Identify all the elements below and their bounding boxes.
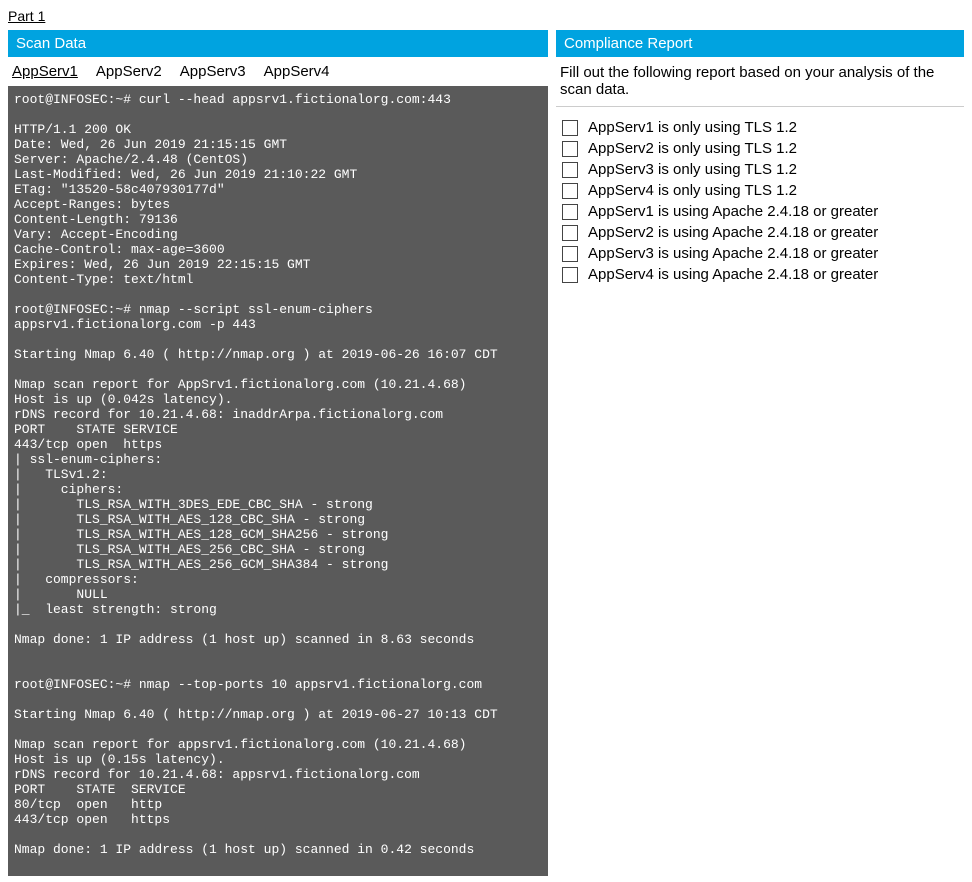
main-columns: Scan Data AppServ1 AppServ2 AppServ3 App… bbox=[8, 30, 964, 876]
list-item: AppServ1 is using Apache 2.4.18 or great… bbox=[562, 201, 958, 222]
checkbox-label: AppServ4 is only using TLS 1.2 bbox=[588, 182, 797, 199]
tab-appserv2[interactable]: AppServ2 bbox=[96, 63, 162, 80]
checkbox-label: AppServ2 is using Apache 2.4.18 or great… bbox=[588, 224, 878, 241]
checkbox-label: AppServ1 is only using TLS 1.2 bbox=[588, 119, 797, 136]
checkbox[interactable] bbox=[562, 204, 578, 220]
tab-appserv3[interactable]: AppServ3 bbox=[180, 63, 246, 80]
list-item: AppServ3 is using Apache 2.4.18 or great… bbox=[562, 243, 958, 264]
checkbox-label: AppServ1 is using Apache 2.4.18 or great… bbox=[588, 203, 878, 220]
checkbox-label: AppServ3 is only using TLS 1.2 bbox=[588, 161, 797, 178]
list-item: AppServ3 is only using TLS 1.2 bbox=[562, 159, 958, 180]
list-item: AppServ2 is using Apache 2.4.18 or great… bbox=[562, 222, 958, 243]
checkbox-label: AppServ3 is using Apache 2.4.18 or great… bbox=[588, 245, 878, 262]
compliance-header: Compliance Report bbox=[556, 30, 964, 57]
checkbox[interactable] bbox=[562, 246, 578, 262]
checkbox[interactable] bbox=[562, 267, 578, 283]
compliance-checklist: AppServ1 is only using TLS 1.2 AppServ2 … bbox=[556, 107, 964, 295]
part-label: Part 1 bbox=[8, 6, 964, 30]
list-item: AppServ1 is only using TLS 1.2 bbox=[562, 117, 958, 138]
terminal-output: root@INFOSEC:~# curl --head appsrv1.fict… bbox=[8, 86, 548, 876]
checkbox[interactable] bbox=[562, 225, 578, 241]
list-item: AppServ4 is only using TLS 1.2 bbox=[562, 180, 958, 201]
tab-appserv1[interactable]: AppServ1 bbox=[12, 63, 78, 80]
checkbox[interactable] bbox=[562, 141, 578, 157]
scan-data-header: Scan Data bbox=[8, 30, 548, 57]
tab-appserv4[interactable]: AppServ4 bbox=[264, 63, 330, 80]
checkbox-label: AppServ2 is only using TLS 1.2 bbox=[588, 140, 797, 157]
server-tabs: AppServ1 AppServ2 AppServ3 AppServ4 bbox=[8, 57, 548, 86]
checkbox[interactable] bbox=[562, 120, 578, 136]
compliance-instructions: Fill out the following report based on y… bbox=[556, 57, 964, 107]
checkbox-label: AppServ4 is using Apache 2.4.18 or great… bbox=[588, 266, 878, 283]
compliance-panel: Compliance Report Fill out the following… bbox=[556, 30, 964, 876]
scan-data-panel: Scan Data AppServ1 AppServ2 AppServ3 App… bbox=[8, 30, 548, 876]
checkbox[interactable] bbox=[562, 183, 578, 199]
list-item: AppServ2 is only using TLS 1.2 bbox=[562, 138, 958, 159]
list-item: AppServ4 is using Apache 2.4.18 or great… bbox=[562, 264, 958, 285]
checkbox[interactable] bbox=[562, 162, 578, 178]
